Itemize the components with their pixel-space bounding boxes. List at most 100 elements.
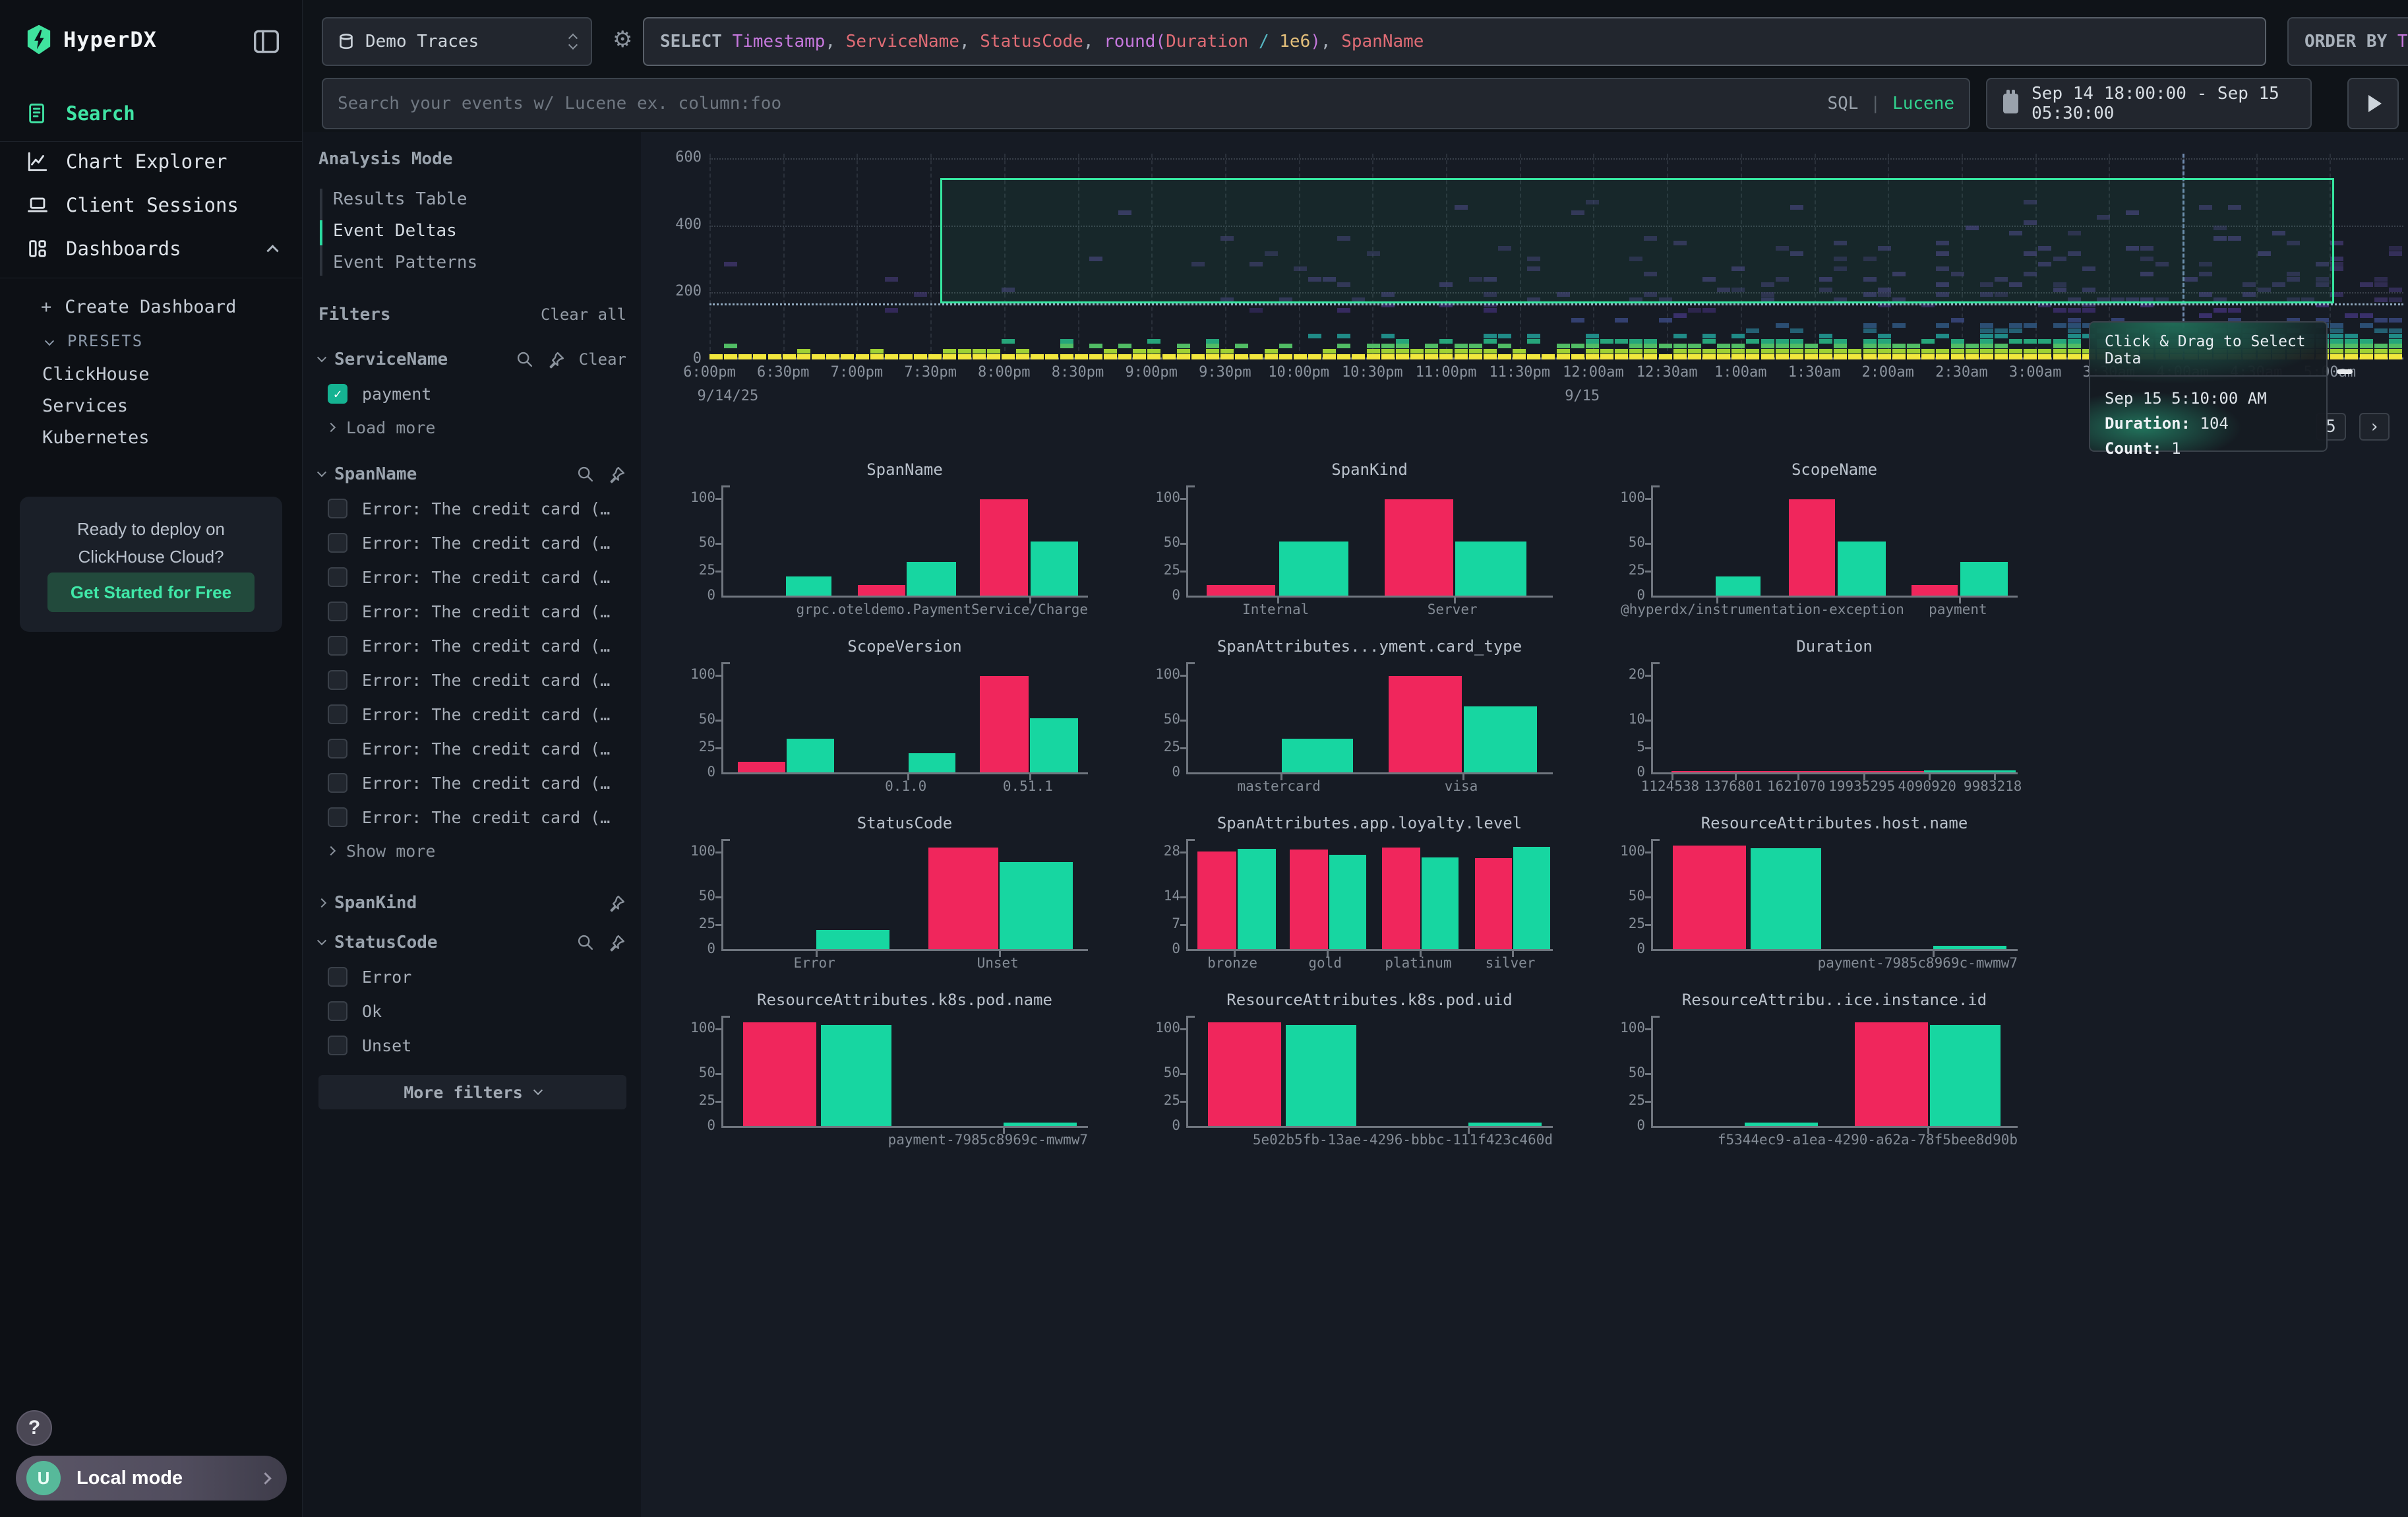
filter-group-spankind[interactable]: SpanKind — [318, 893, 626, 913]
filter-checkbox-row[interactable]: Error: The credit card (… — [318, 602, 626, 621]
pin-icon[interactable] — [608, 933, 626, 952]
mini-chart-plot[interactable]: 02550100 — [721, 662, 1088, 774]
checkbox[interactable] — [328, 773, 347, 793]
spanname-options: Error: The credit card (… Error: The cred… — [318, 499, 626, 827]
resize-handle[interactable] — [2337, 369, 2353, 374]
mini-chart-title: Duration — [1651, 637, 2018, 662]
sidebar-item-search[interactable]: Search — [26, 102, 135, 125]
source-select[interactable]: Demo Traces — [322, 17, 592, 66]
checkbox[interactable] — [328, 739, 347, 758]
tooltip-duration-value: 104 — [2200, 414, 2229, 433]
mini-chart-plot[interactable]: 02550100 — [721, 839, 1088, 951]
get-started-button[interactable]: Get Started for Free — [47, 573, 255, 612]
filter-checkbox-row[interactable]: Ok — [318, 1001, 626, 1021]
mini-chart-plot[interactable]: 02550100 — [1186, 1016, 1553, 1128]
filter-checkbox-row[interactable]: Error: The credit card (… — [318, 739, 626, 758]
x-axis-labels: 5e02b5fb-13ae-4296-bbbc-111f423c460d — [1186, 1128, 1553, 1149]
bar — [1389, 676, 1462, 772]
mini-chart-plot[interactable]: 02550100 — [1651, 839, 2018, 951]
checkbox[interactable] — [328, 533, 347, 553]
clear-filter-button[interactable]: Clear — [579, 350, 626, 369]
sidebar-item-dashboards[interactable]: Dashboards — [26, 237, 277, 260]
y-axis-tick: 0 — [686, 587, 715, 603]
pin-icon[interactable] — [547, 350, 566, 369]
checkbox[interactable] — [328, 1001, 347, 1021]
checkbox[interactable] — [328, 636, 347, 656]
checkbox[interactable] — [328, 1036, 347, 1055]
preset-kubernetes[interactable]: Kubernetes — [42, 427, 150, 448]
mini-chart-plot[interactable]: 051020 — [1651, 662, 2018, 774]
checkbox[interactable] — [328, 807, 347, 827]
time-range-picker[interactable]: Sep 14 18:00:00 - Sep 15 05:30:00 — [1986, 78, 2312, 129]
sidebar-item-client-sessions[interactable]: Client Sessions — [26, 194, 239, 216]
drag-selection-box[interactable] — [940, 178, 2334, 303]
filter-group-spanname[interactable]: SpanName — [318, 464, 626, 484]
mini-chart-plot[interactable]: 02550100 — [721, 485, 1088, 598]
search-input[interactable] — [338, 94, 1827, 113]
bar — [1030, 718, 1078, 773]
mini-chart-plot[interactable]: 071428 — [1186, 839, 1553, 951]
run-query-button[interactable] — [2347, 78, 2399, 129]
bar — [1911, 585, 1958, 596]
y-axis-tick: 0 — [686, 941, 715, 956]
filter-checkbox-row[interactable]: Error: The credit card (… — [318, 533, 626, 553]
search-icon[interactable] — [576, 465, 595, 483]
pin-icon[interactable] — [608, 465, 626, 483]
orderby-clause-input[interactable]: ORDER BY Timestamp DESC — [2287, 17, 2408, 66]
mini-chart-plot[interactable]: 02550100 — [1186, 662, 1553, 774]
checkbox[interactable] — [328, 499, 347, 518]
user-menu[interactable]: U Local mode — [16, 1456, 287, 1501]
checkbox[interactable] — [328, 567, 347, 587]
checkbox[interactable] — [328, 967, 347, 987]
checkbox[interactable]: ✓ — [328, 384, 347, 404]
analysis-option-event-patterns[interactable]: Event Patterns — [333, 247, 626, 278]
preset-clickhouse[interactable]: ClickHouse — [42, 364, 150, 385]
filter-checkbox-row[interactable]: Error: The credit card (… — [318, 670, 626, 690]
x-axis-labels: grpc.oteldemo.PaymentService/Charge — [721, 598, 1088, 619]
mini-chart-plot[interactable]: 02550100 — [1186, 485, 1553, 598]
filter-checkbox-row[interactable]: Error: The credit card (… — [318, 773, 626, 793]
filter-checkbox-row[interactable]: Unset — [318, 1036, 626, 1055]
brand-logo[interactable]: HyperDX — [25, 24, 157, 55]
mini-chart-plot[interactable]: 02550100 — [721, 1016, 1088, 1128]
help-button[interactable]: ? — [16, 1410, 52, 1446]
search-icon[interactable] — [576, 933, 595, 952]
clear-all-button[interactable]: Clear all — [541, 305, 626, 324]
rail-active — [320, 220, 322, 245]
sidebar-item-chart-explorer[interactable]: Chart Explorer — [26, 150, 227, 173]
mini-chart-plot[interactable]: 02550100 — [1651, 1016, 2018, 1128]
checkbox[interactable] — [328, 602, 347, 621]
analysis-option-event-deltas[interactable]: Event Deltas — [333, 215, 626, 247]
mini-chart-scopeversion: ScopeVersion025501000.1.00.51.1 — [692, 637, 1121, 795]
filter-checkbox-row[interactable]: ✓payment — [318, 384, 626, 404]
bar — [858, 585, 905, 596]
mini-chart-plot[interactable]: 02550100 — [1651, 485, 2018, 598]
search-icon[interactable] — [516, 350, 534, 369]
chevron-down-icon — [45, 336, 54, 346]
sidebar-collapse-icon[interactable] — [253, 29, 280, 54]
analysis-option-results-table[interactable]: Results Table — [333, 183, 626, 215]
show-more-button[interactable]: Show more — [318, 839, 626, 863]
load-more-button[interactable]: Load more — [318, 416, 626, 439]
preset-services[interactable]: Services — [42, 396, 128, 416]
filter-group-servicename[interactable]: ServiceName Clear — [318, 350, 626, 369]
lang-lucene-toggle[interactable]: Lucene — [1892, 94, 1954, 113]
more-filters-button[interactable]: More filters — [318, 1075, 626, 1109]
filter-checkbox-row[interactable]: Error: The credit card (… — [318, 704, 626, 724]
filter-group-statuscode[interactable]: StatusCode — [318, 933, 626, 952]
create-dashboard-button[interactable]: +Create Dashboard — [41, 297, 236, 317]
filter-checkbox-row[interactable]: Error: The credit card (… — [318, 499, 626, 518]
next-page-button[interactable]: › — [2359, 413, 2390, 441]
filter-checkbox-row[interactable]: Error: The credit card (… — [318, 636, 626, 656]
pin-icon[interactable] — [608, 894, 626, 912]
user-mode-label: Local mode — [76, 1468, 183, 1489]
lang-sql-toggle[interactable]: SQL — [1827, 94, 1858, 113]
gear-icon[interactable]: ⚙ — [613, 26, 632, 53]
presets-toggle[interactable]: PRESETS — [46, 332, 143, 350]
filter-checkbox-row[interactable]: Error: The credit card (… — [318, 807, 626, 827]
checkbox[interactable] — [328, 670, 347, 690]
filter-checkbox-row[interactable]: Error — [318, 967, 626, 987]
filter-checkbox-row[interactable]: Error: The credit card (… — [318, 567, 626, 587]
select-clause-input[interactable]: SELECT Timestamp, ServiceName, StatusCod… — [643, 17, 2266, 66]
checkbox[interactable] — [328, 704, 347, 724]
